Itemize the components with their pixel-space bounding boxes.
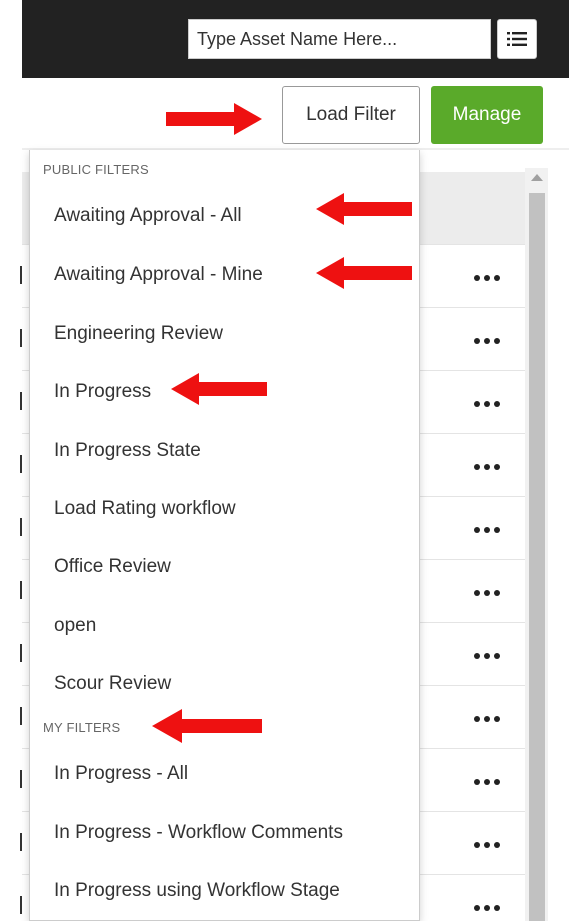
row-cell-edge [20,392,26,410]
scrollbar-thumb[interactable] [529,193,545,921]
filter-item-office-review[interactable]: Office Review [54,556,171,578]
row-cell-edge [20,581,26,599]
ellipsis-icon[interactable] [474,463,500,471]
row-cell-edge [20,329,26,347]
ellipsis-icon[interactable] [474,337,500,345]
row-cell-edge [20,833,26,851]
left-arrow-annotation-icon [171,373,267,405]
row-cell-edge [20,455,26,473]
filter-item-load-rating-workflow[interactable]: Load Rating workflow [54,498,236,520]
section-header-public-filters: PUBLIC FILTERS [43,162,149,177]
filter-item-awaiting-approval-all[interactable]: Awaiting Approval - All [54,205,242,227]
filter-item-awaiting-approval-mine[interactable]: Awaiting Approval - Mine [54,264,263,286]
section-header-my-filters: MY FILTERS [43,720,121,735]
right-arrow-annotation-icon [166,103,262,135]
left-arrow-annotation-icon [316,257,412,289]
row-cell-edge [20,266,26,284]
filter-item-scour-review[interactable]: Scour Review [54,673,171,695]
manage-button[interactable]: Manage [431,86,543,144]
row-cell-edge [20,644,26,662]
filter-item-open[interactable]: open [54,615,96,637]
row-cell-edge [20,896,26,914]
ellipsis-icon[interactable] [474,400,500,408]
ellipsis-icon[interactable] [474,589,500,597]
load-filter-button[interactable]: Load Filter [282,86,420,144]
filter-item-in-progress-using-workflow-stage[interactable]: In Progress using Workflow Stage [54,880,340,902]
filter-item-in-progress-state[interactable]: In Progress State [54,440,201,462]
left-arrow-annotation-icon [316,193,412,225]
ellipsis-icon[interactable] [474,715,500,723]
ellipsis-icon[interactable] [474,778,500,786]
list-icon [507,32,527,46]
scroll-up-arrow-icon[interactable] [531,174,543,181]
ellipsis-icon[interactable] [474,274,500,282]
row-cell-edge [20,707,26,725]
filter-item-engineering-review[interactable]: Engineering Review [54,323,223,345]
ellipsis-icon[interactable] [474,841,500,849]
row-cell-edge [20,518,26,536]
ellipsis-icon[interactable] [474,526,500,534]
filter-item-in-progress[interactable]: In Progress [54,381,151,403]
list-view-button[interactable] [497,19,537,59]
asset-search-input[interactable] [188,19,491,59]
filter-item-in-progress-all[interactable]: In Progress - All [54,763,188,785]
ellipsis-icon[interactable] [474,652,500,660]
filter-item-in-progress-workflow-comments[interactable]: In Progress - Workflow Comments [54,822,343,844]
row-cell-edge [20,770,26,788]
left-arrow-annotation-icon [152,709,262,743]
ellipsis-icon[interactable] [474,904,500,912]
